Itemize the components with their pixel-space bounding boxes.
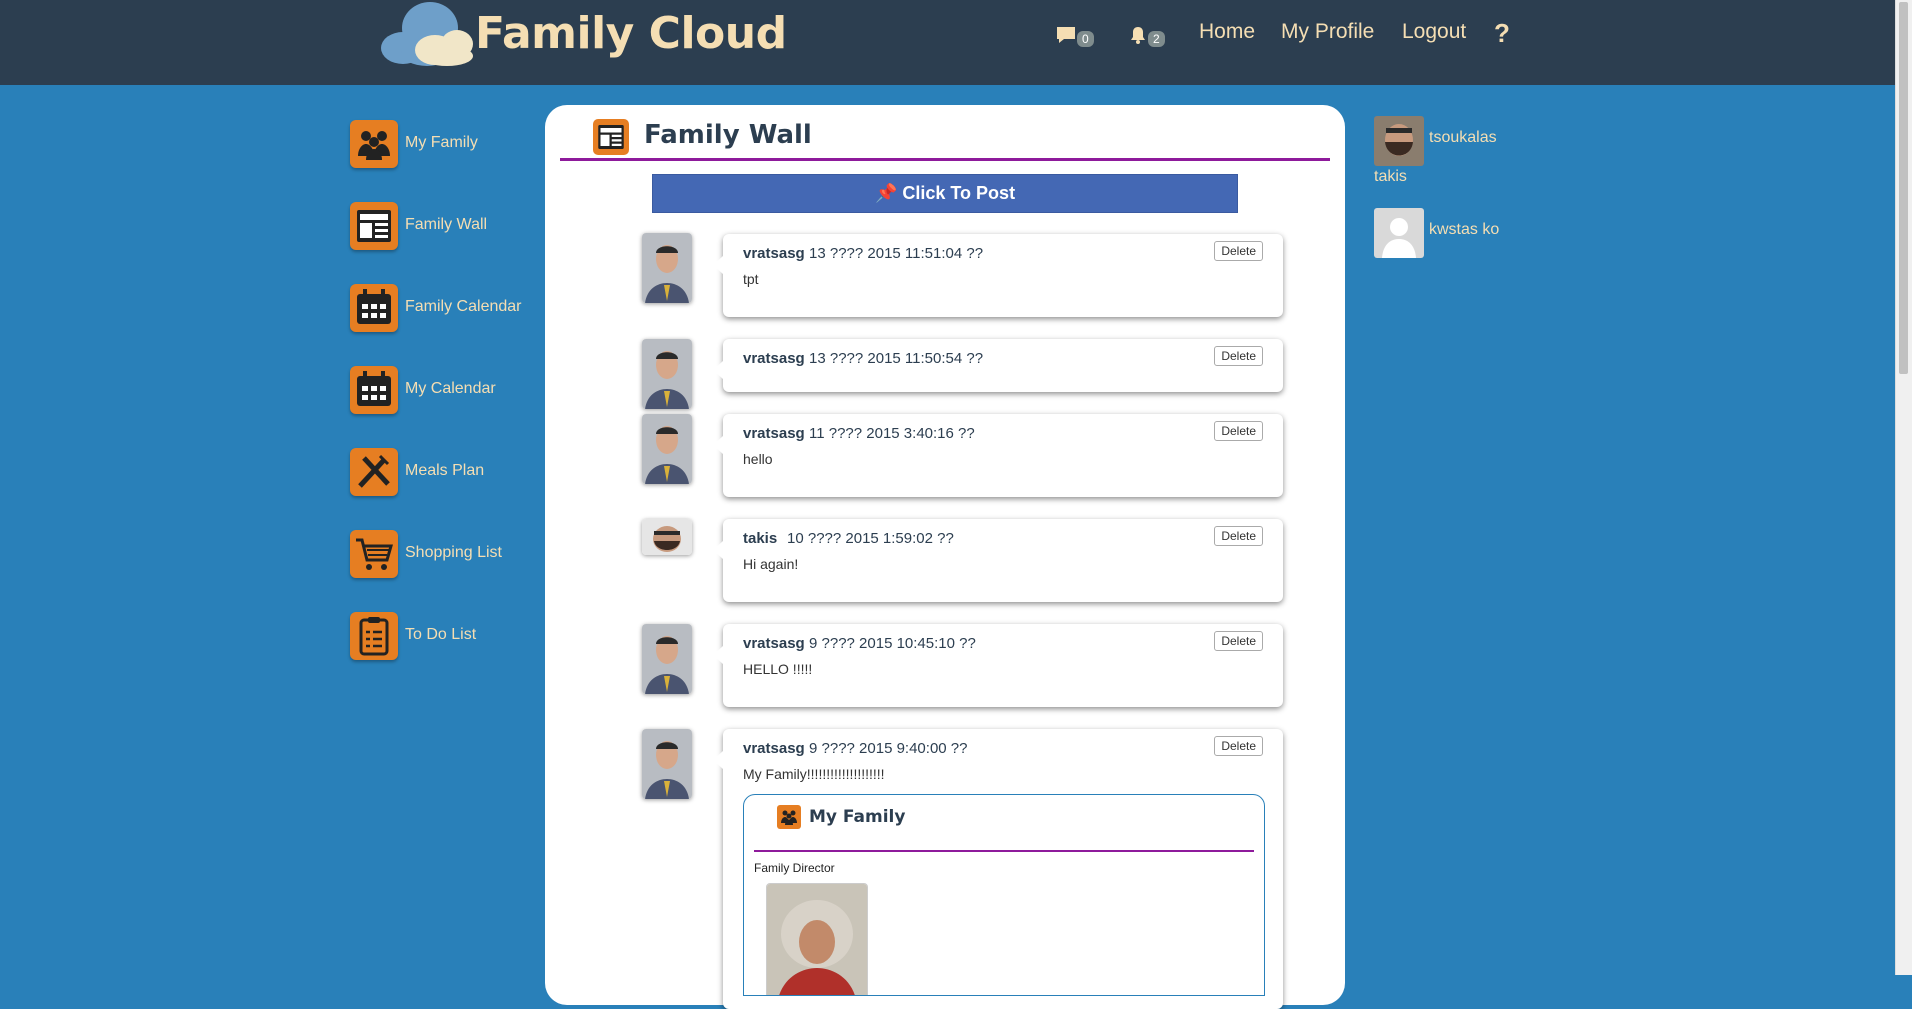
member-name: kwstas ko bbox=[1429, 221, 1500, 238]
post-text: HELLO !!!!! bbox=[743, 661, 813, 677]
messages-button[interactable]: 0 bbox=[1055, 25, 1094, 47]
post-timestamp: 13 ???? 2015 11:50:54 ?? bbox=[809, 350, 984, 367]
avatar[interactable] bbox=[642, 624, 692, 694]
sidebar-item-label: Meals Plan bbox=[405, 462, 485, 479]
embedded-family-snapshot[interactable]: My Family Family Director bbox=[743, 794, 1265, 996]
bell-icon bbox=[1131, 27, 1145, 44]
top-navbar: Family Cloud 0 2 Home My Profile Logout … bbox=[0, 0, 1896, 85]
cart-icon bbox=[350, 530, 398, 578]
wall-icon bbox=[593, 119, 629, 155]
avatar[interactable] bbox=[642, 519, 692, 555]
family-icon bbox=[350, 120, 398, 168]
click-to-post-button[interactable]: 📌 Click To Post bbox=[652, 174, 1238, 213]
default-avatar-icon bbox=[1374, 208, 1424, 258]
family-director-photo[interactable] bbox=[766, 883, 868, 995]
calendar-icon bbox=[350, 284, 398, 332]
embed-subtitle: Family Director bbox=[754, 861, 835, 875]
post-timestamp: 11 ???? 2015 3:40:16 ?? bbox=[809, 425, 975, 442]
delete-button[interactable]: Delete bbox=[1214, 346, 1263, 366]
avatar[interactable] bbox=[642, 414, 692, 484]
sidebar-item-meals-plan[interactable]: Meals Plan bbox=[350, 448, 550, 500]
sidebar-item-to-do-list[interactable]: To Do List bbox=[350, 612, 550, 664]
nav-logout-link[interactable]: Logout bbox=[1402, 20, 1466, 44]
delete-button[interactable]: Delete bbox=[1214, 631, 1263, 651]
sidebar-item-label: My Family bbox=[405, 134, 478, 151]
embed-divider bbox=[754, 850, 1254, 852]
post-timestamp: 9 ???? 2015 10:45:10 ?? bbox=[809, 635, 976, 652]
member-name-continued: takis bbox=[1374, 168, 1407, 185]
sidebar-item-my-calendar[interactable]: My Calendar bbox=[350, 366, 550, 418]
sidebar-item-family-wall[interactable]: Family Wall bbox=[350, 202, 550, 254]
post-author[interactable]: vratsasg bbox=[743, 635, 805, 652]
notifications-button[interactable]: 2 bbox=[1128, 25, 1165, 47]
sidebar-item-label: Family Wall bbox=[405, 216, 488, 233]
post-timestamp: 13 ???? 2015 11:51:04 ?? bbox=[809, 245, 984, 262]
wall-post: vratsasg 13 ???? 2015 11:50:54 ?? Delete bbox=[713, 339, 1283, 392]
page-title: Family Wall bbox=[644, 120, 812, 150]
post-author[interactable]: vratsasg bbox=[743, 425, 805, 442]
notifications-count-badge: 2 bbox=[1148, 31, 1165, 47]
chat-icon bbox=[1057, 27, 1075, 43]
sidebar-item-label: Family Calendar bbox=[405, 298, 522, 315]
sidebar-item-family-calendar[interactable]: Family Calendar bbox=[350, 284, 550, 336]
delete-button[interactable]: Delete bbox=[1214, 421, 1263, 441]
post-text: hello bbox=[743, 451, 773, 467]
wall-post: vratsasg 13 ???? 2015 11:51:04 ?? Delete… bbox=[713, 234, 1283, 317]
scrollbar-thumb[interactable] bbox=[1899, 2, 1908, 374]
sidebar-item-label: Shopping List bbox=[405, 544, 502, 561]
nav-home-link[interactable]: Home bbox=[1199, 20, 1255, 44]
app-title[interactable]: Family Cloud bbox=[475, 8, 787, 59]
post-author[interactable]: vratsasg bbox=[743, 245, 805, 262]
avatar[interactable] bbox=[642, 339, 692, 409]
wall-post: vratsasg 11 ???? 2015 3:40:16 ?? Delete … bbox=[713, 414, 1283, 497]
title-divider bbox=[560, 158, 1330, 161]
post-author[interactable]: takis bbox=[743, 530, 777, 547]
post-text: My Family!!!!!!!!!!!!!!!!!!!! bbox=[743, 766, 885, 782]
member-name: tsoukalas bbox=[1429, 129, 1497, 146]
wall-post: vratsasg 9 ???? 2015 9:40:00 ?? Delete M… bbox=[713, 729, 1283, 1009]
delete-button[interactable]: Delete bbox=[1214, 241, 1263, 261]
post-text: tpt bbox=[743, 271, 759, 287]
messages-count-badge: 0 bbox=[1077, 31, 1094, 47]
family-icon bbox=[777, 805, 801, 829]
avatar bbox=[1374, 116, 1424, 166]
pin-icon: 📌 bbox=[874, 183, 898, 203]
family-wall-panel: Family Wall 📌 Click To Post vratsasg 13 … bbox=[545, 105, 1345, 1009]
calendar-icon bbox=[350, 366, 398, 414]
nav-my-profile-link[interactable]: My Profile bbox=[1281, 20, 1374, 44]
post-timestamp: 9 ???? 2015 9:40:00 ?? bbox=[809, 740, 968, 757]
cloud-icon bbox=[381, 2, 473, 66]
post-author[interactable]: vratsasg bbox=[743, 740, 805, 757]
avatar[interactable] bbox=[642, 729, 692, 799]
embed-title: My Family bbox=[809, 807, 906, 827]
avatar[interactable] bbox=[642, 233, 692, 303]
sidebar-item-shopping-list[interactable]: Shopping List bbox=[350, 530, 550, 582]
post-text: Hi again! bbox=[743, 556, 799, 572]
sidebar-item-label: My Calendar bbox=[405, 380, 496, 397]
delete-button[interactable]: Delete bbox=[1214, 526, 1263, 546]
fork-knife-icon bbox=[350, 448, 398, 496]
wall-post: vratsasg 9 ???? 2015 10:45:10 ?? Delete … bbox=[713, 624, 1283, 707]
sidebar-item-label: To Do List bbox=[405, 626, 477, 643]
delete-button[interactable]: Delete bbox=[1214, 736, 1263, 756]
page-scrollbar[interactable] bbox=[1895, 0, 1912, 975]
sidebar-item-my-family[interactable]: My Family bbox=[350, 120, 550, 172]
post-author[interactable]: vratsasg bbox=[743, 350, 805, 367]
help-button[interactable]: ? bbox=[1494, 18, 1510, 49]
post-timestamp: 10 ???? 2015 1:59:02 ?? bbox=[787, 530, 954, 547]
checklist-icon bbox=[350, 612, 398, 660]
wall-post: takis 10 ???? 2015 1:59:02 ?? Delete Hi … bbox=[713, 519, 1283, 602]
wall-icon bbox=[350, 202, 398, 250]
post-button-label: Click To Post bbox=[902, 183, 1016, 203]
